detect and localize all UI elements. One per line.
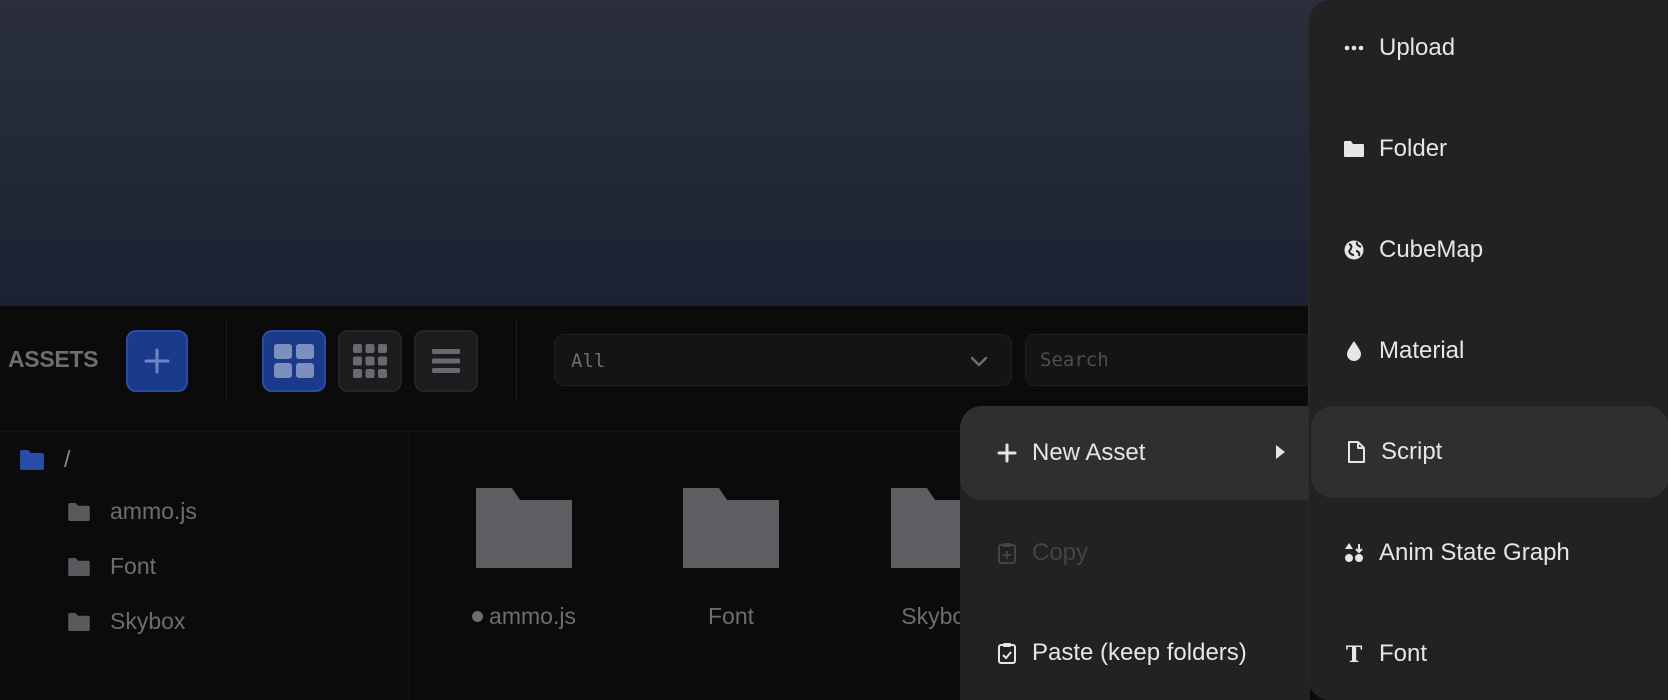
submenu-item-script[interactable]: Script (1311, 406, 1668, 498)
submenu-item-cubemap[interactable]: CubeMap (1309, 204, 1668, 296)
folder-icon (20, 449, 44, 470)
svg-text:T: T (1346, 643, 1363, 665)
globe-icon (1344, 240, 1364, 260)
plus-icon (144, 348, 170, 374)
folder-icon (1344, 141, 1364, 157)
folder-icon (68, 557, 90, 576)
submenu-item-label: Font (1379, 640, 1428, 667)
add-asset-button[interactable] (126, 330, 188, 392)
toolbar-divider (226, 320, 227, 402)
tree-item-font[interactable]: Font (68, 553, 156, 580)
tree-item-label: Font (110, 553, 157, 579)
assets-title: ASSETS (8, 346, 99, 372)
submenu-item-label: Script (1381, 438, 1443, 465)
folder-icon (68, 612, 90, 631)
large-grid-icon (274, 344, 314, 378)
folder-icon (68, 502, 90, 521)
folder-icon (683, 488, 779, 568)
plus-icon (997, 443, 1017, 463)
folder-icon (476, 488, 572, 568)
submenu-item-folder[interactable]: Folder (1309, 103, 1668, 195)
view-list-button[interactable] (414, 330, 478, 392)
submenu-item-font[interactable]: T Font (1309, 608, 1668, 700)
folder-tree: / ammo.js Font Skybox (0, 432, 410, 700)
grid-item-font[interactable]: Font (651, 488, 811, 630)
menu-item-new-asset[interactable]: New Asset (960, 406, 1310, 500)
small-grid-icon (353, 344, 387, 378)
submenu-item-label: Anim State Graph (1379, 539, 1570, 566)
text-t-icon: T (1346, 643, 1363, 665)
tree-item-skybox[interactable]: Skybox (68, 608, 185, 635)
droplet-icon (1347, 341, 1361, 361)
anim-graph-icon (1345, 543, 1363, 562)
submenu-item-label: Upload (1379, 34, 1456, 61)
submenu-item-upload[interactable]: Upload (1309, 2, 1668, 94)
menu-item-copy: Copy (960, 506, 1310, 600)
search-input[interactable] (1025, 334, 1345, 386)
tree-item-ammo-js[interactable]: ammo.js (68, 498, 197, 525)
menu-item-label: New Asset (1032, 439, 1146, 466)
tree-item-root[interactable]: / (20, 446, 70, 473)
new-asset-submenu: Upload Folder CubeMap Material Script An… (1308, 0, 1668, 700)
submenu-item-label: Material (1379, 337, 1465, 364)
menu-item-label: Copy (1032, 539, 1089, 566)
context-menu: New Asset Copy Paste (keep folders) (960, 406, 1310, 700)
grid-item-label: Font (707, 603, 755, 629)
tree-item-label: ammo.js (110, 498, 197, 524)
caret-right-icon (1276, 445, 1285, 459)
grid-item-ammo-js[interactable]: ammo.js (444, 488, 604, 630)
submenu-item-label: Folder (1379, 135, 1448, 162)
submenu-item-label: CubeMap (1379, 236, 1484, 263)
toolbar-divider (516, 320, 517, 402)
view-small-grid-button[interactable] (338, 330, 402, 392)
submenu-item-anim-state-graph[interactable]: Anim State Graph (1309, 507, 1668, 599)
grid-item-label: ammo.js (489, 603, 576, 629)
list-icon (432, 349, 460, 373)
submenu-item-material[interactable]: Material (1309, 305, 1668, 397)
tree-item-label: Skybox (110, 608, 186, 634)
dots-icon (1344, 45, 1364, 51)
clipboard-check-icon (998, 643, 1016, 664)
clipboard-icon (998, 543, 1016, 564)
asset-type-filter[interactable]: All (554, 334, 1012, 386)
modified-dot-icon (472, 611, 484, 622)
file-icon (1348, 441, 1365, 463)
chevron-down-icon (970, 356, 988, 367)
view-large-grid-button[interactable] (262, 330, 326, 392)
menu-item-label: Paste (keep folders) (1032, 639, 1247, 666)
menu-item-paste-keep-folders[interactable]: Paste (keep folders) (960, 606, 1310, 700)
asset-type-filter-value: All (571, 350, 606, 372)
tree-item-label: / (64, 446, 71, 472)
